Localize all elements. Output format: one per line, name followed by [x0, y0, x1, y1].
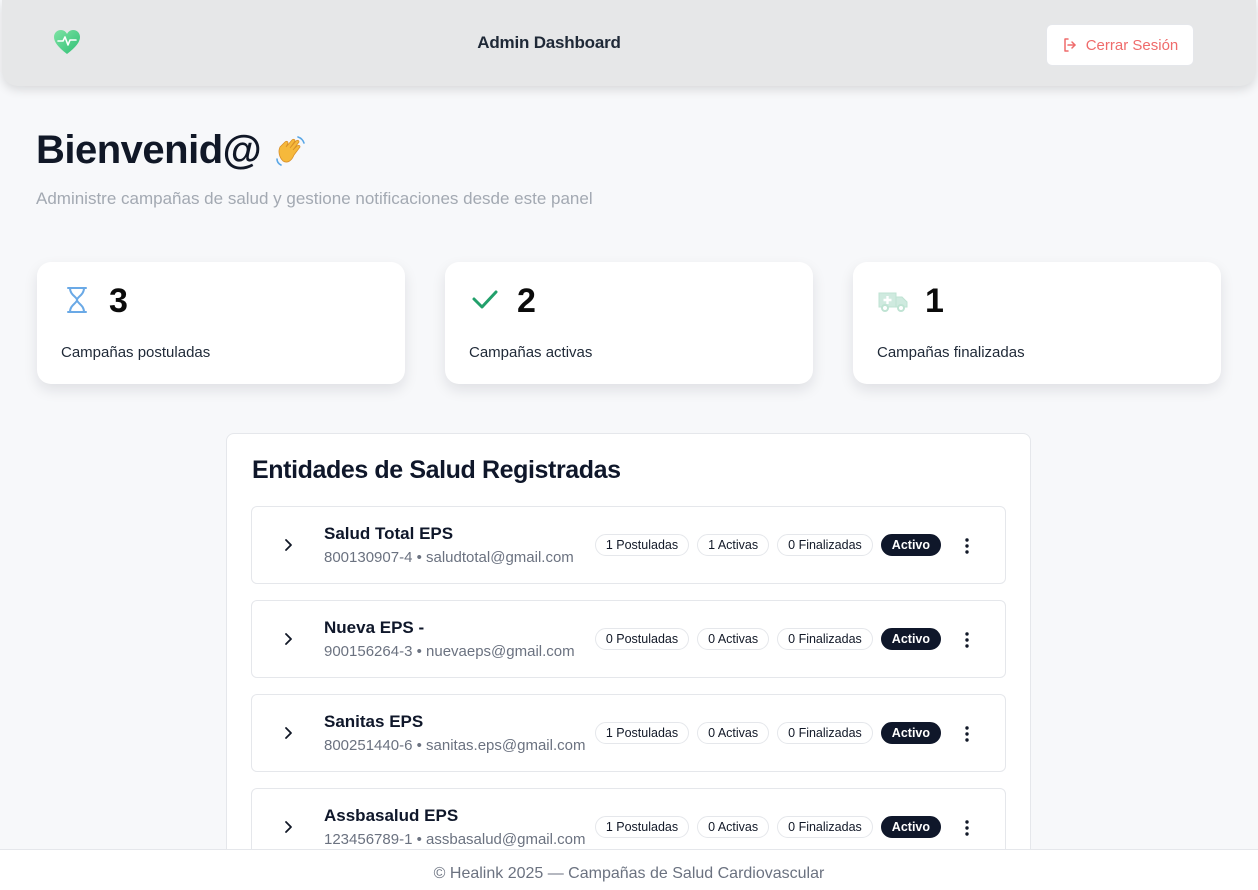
badge-postuladas: 1 Postuladas: [594, 816, 690, 838]
badge-postuladas: 0 Postuladas: [594, 628, 690, 650]
stat-card-postuladas: 3 Campañas postuladas: [37, 262, 405, 384]
badge-finalizadas: 0 Finalizadas: [777, 628, 873, 650]
entities-panel: Entidades de Salud Registradas Salud Tot…: [226, 433, 1031, 890]
entity-row[interactable]: Sanitas EPS 800251440-6 • sanitas.eps@gm…: [251, 694, 1006, 772]
badge-activas: 0 Activas: [697, 722, 770, 744]
welcome-title-text: Bienvenid@: [36, 128, 262, 172]
check-icon: [472, 290, 498, 309]
stat-label: Campañas postuladas: [61, 344, 211, 361]
stat-label: Campañas activas: [469, 344, 593, 361]
logout-button[interactable]: Cerrar Sesión: [1046, 24, 1194, 66]
welcome-subtitle: Administre campañas de salud y gestione …: [36, 189, 593, 208]
footer: © Healink 2025 — Campañas de Salud Cardi…: [0, 849, 1258, 890]
more-vertical-icon[interactable]: [959, 536, 975, 556]
entity-name: Assbasalud EPS: [324, 806, 459, 825]
waving-hand-icon: [276, 135, 305, 166]
stat-card-activas: 2 Campañas activas: [445, 262, 813, 384]
entity-row[interactable]: Salud Total EPS 800130907-4 • saludtotal…: [251, 506, 1006, 584]
entity-badges: 1 Postuladas 0 Activas 0 Finalizadas Act…: [594, 816, 941, 838]
stat-card-finalizadas: 1 Campañas finalizadas: [853, 262, 1221, 384]
entity-badges: 0 Postuladas 0 Activas 0 Finalizadas Act…: [594, 628, 941, 650]
chevron-right-icon[interactable]: [280, 819, 296, 835]
entity-badges: 1 Postuladas 1 Activas 0 Finalizadas Act…: [594, 534, 941, 556]
stat-count: 2: [517, 282, 536, 320]
more-vertical-icon[interactable]: [959, 630, 975, 650]
ambulance-icon: [878, 292, 908, 312]
footer-text: © Healink 2025 — Campañas de Salud Cardi…: [433, 865, 825, 882]
badge-activas: 1 Activas: [697, 534, 770, 556]
badge-activas: 0 Activas: [697, 628, 770, 650]
entity-row[interactable]: Nueva EPS - 900156264-3 • nuevaeps@gmail…: [251, 600, 1006, 678]
stat-count: 3: [109, 282, 128, 320]
badge-activas: 0 Activas: [697, 816, 770, 838]
badge-finalizadas: 0 Finalizadas: [777, 816, 873, 838]
badge-postuladas: 1 Postuladas: [594, 534, 690, 556]
top-navbar: Admin Dashboard Cerrar Sesión: [2, 0, 1256, 86]
entity-meta: 800130907-4 • saludtotal@gmail.com: [324, 549, 574, 566]
more-vertical-icon[interactable]: [959, 724, 975, 744]
badge-finalizadas: 0 Finalizadas: [777, 534, 873, 556]
entity-name: Nueva EPS -: [324, 618, 425, 637]
more-vertical-icon[interactable]: [959, 818, 975, 838]
page-title: Admin Dashboard: [477, 33, 621, 52]
welcome-heading: Bienvenid@: [36, 128, 311, 173]
logout-label: Cerrar Sesión: [1085, 36, 1179, 54]
status-badge: Activo: [880, 816, 941, 838]
chevron-right-icon[interactable]: [280, 631, 296, 647]
panel-title: Entidades de Salud Registradas: [252, 456, 621, 484]
status-badge: Activo: [880, 534, 941, 556]
entity-meta: 900156264-3 • nuevaeps@gmail.com: [324, 643, 575, 660]
logout-icon: [1063, 38, 1076, 52]
badge-finalizadas: 0 Finalizadas: [777, 722, 873, 744]
chevron-right-icon[interactable]: [280, 725, 296, 741]
entity-meta: 800251440-6 • sanitas.eps@gmail.com: [324, 737, 586, 754]
hourglass-icon: [67, 287, 87, 313]
stat-label: Campañas finalizadas: [877, 344, 1025, 361]
entity-meta: 123456789-1 • assbasalud@gmail.com: [324, 831, 586, 848]
entity-name: Salud Total EPS: [324, 524, 454, 543]
badge-postuladas: 1 Postuladas: [594, 722, 690, 744]
status-badge: Activo: [880, 722, 941, 744]
entity-name: Sanitas EPS: [324, 712, 424, 731]
status-badge: Activo: [880, 628, 941, 650]
stat-count: 1: [925, 282, 944, 320]
chevron-right-icon[interactable]: [280, 537, 296, 553]
entity-badges: 1 Postuladas 0 Activas 0 Finalizadas Act…: [594, 722, 941, 744]
